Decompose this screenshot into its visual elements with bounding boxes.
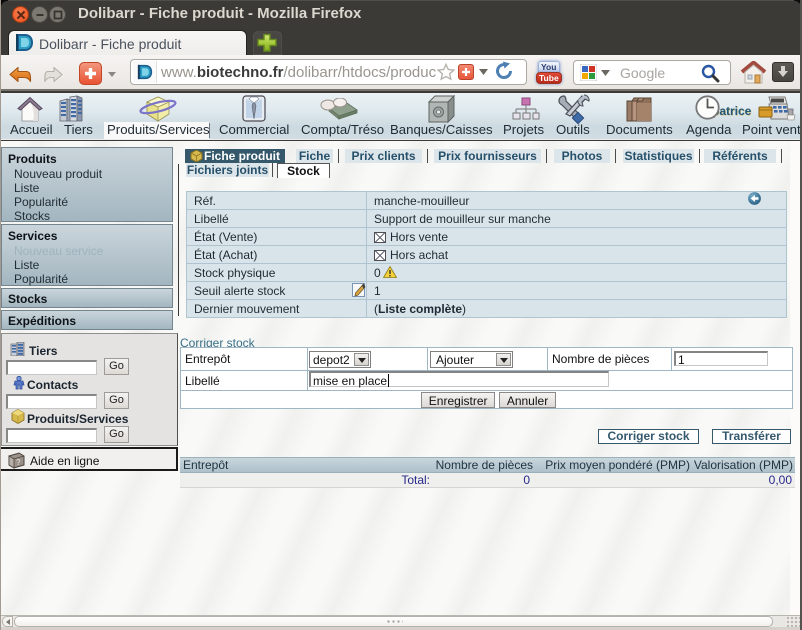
svg-text:?: ? <box>16 458 21 467</box>
